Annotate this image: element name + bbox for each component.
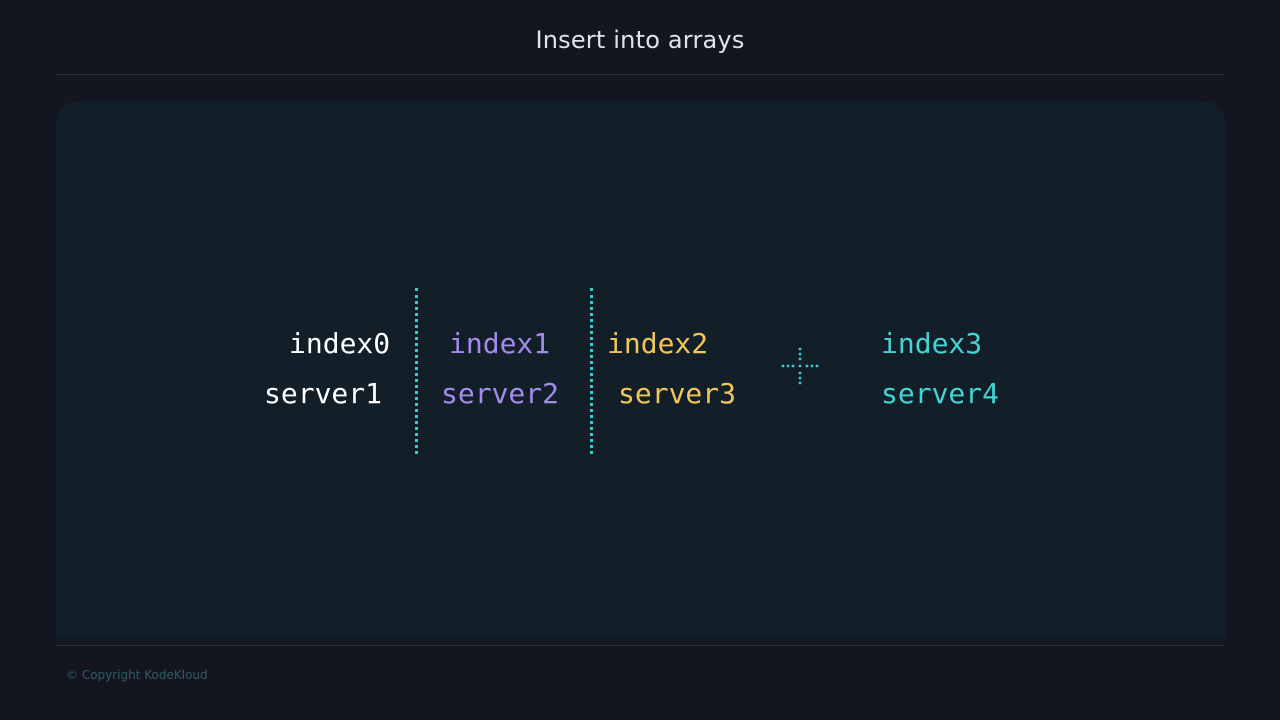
index-label-2: index2 — [607, 327, 709, 360]
value-label-0: server1 — [264, 377, 383, 410]
index-label-0: index0 — [289, 327, 391, 360]
value-label-2: server3 — [618, 377, 737, 410]
slide-title: Insert into arrays — [535, 26, 745, 54]
index-label-1: index1 — [449, 327, 551, 360]
title-divider — [56, 74, 1225, 75]
diagram-panel — [56, 101, 1225, 639]
value-label-1: server2 — [441, 377, 560, 410]
footer-divider — [56, 645, 1225, 646]
copyright-text: © Copyright KodeKloud — [66, 668, 208, 682]
index-label-3: index3 — [881, 327, 983, 360]
plus-icon — [781, 347, 819, 385]
value-label-3: server4 — [881, 377, 1000, 410]
column-divider-1 — [415, 288, 418, 454]
column-divider-2 — [590, 288, 593, 454]
